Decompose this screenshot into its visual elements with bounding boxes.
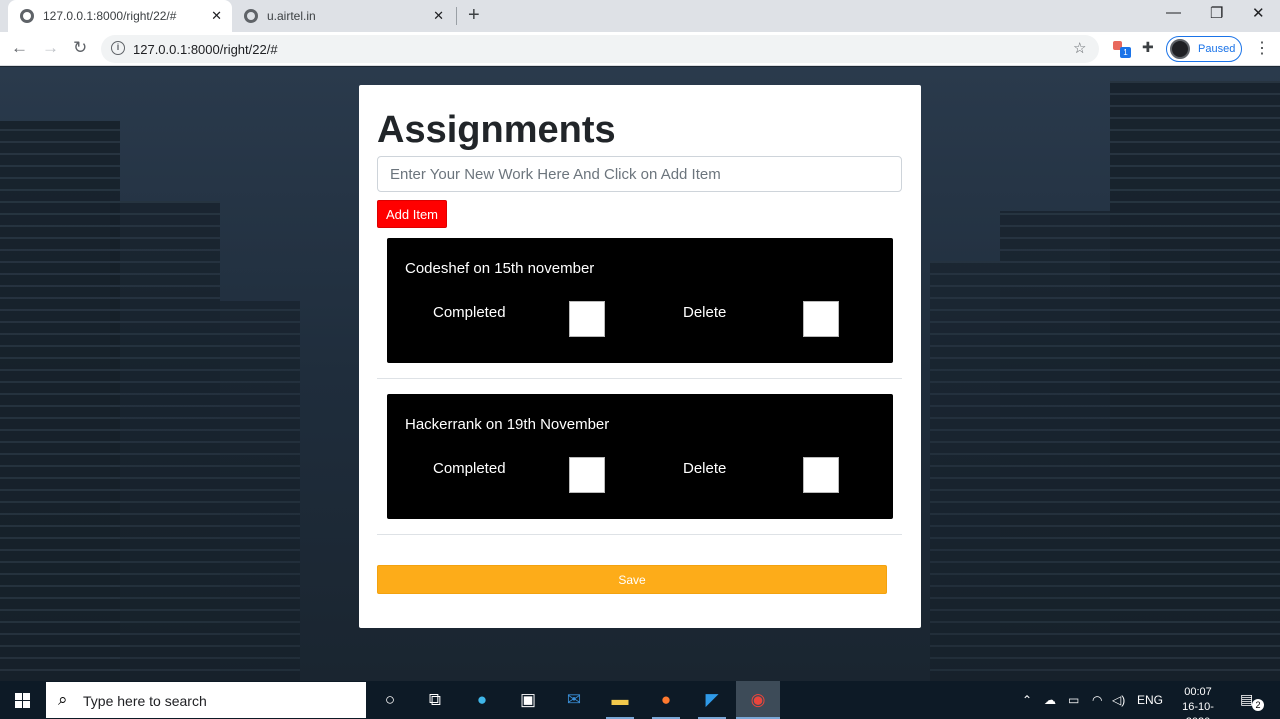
close-tab-icon[interactable]: ✕ — [433, 8, 444, 24]
store-icon[interactable]: ▣ — [514, 687, 542, 713]
url-text: 127.0.0.1:8000/right/22/# — [133, 42, 278, 57]
address-bar[interactable]: i 127.0.0.1:8000/right/22/# — [101, 35, 1099, 63]
cortana-icon[interactable]: ○ — [376, 687, 404, 713]
globe-icon — [20, 9, 34, 23]
windows-start-icon[interactable] — [15, 693, 31, 709]
restore-icon[interactable]: ❐ — [1210, 4, 1223, 22]
background-building — [220, 301, 300, 681]
clock-time: 00:07 — [1184, 686, 1212, 698]
divider — [377, 378, 902, 379]
assignment-item: Hackerrank on 19th November Completed De… — [387, 394, 893, 519]
completed-label: Completed — [433, 460, 506, 477]
taskbar-search[interactable]: ⌕ Type here to search — [46, 682, 366, 718]
mail-icon[interactable]: ✉ — [560, 687, 588, 713]
delete-label: Delete — [683, 460, 727, 477]
assignment-text: Codeshef on 15th november — [405, 260, 595, 277]
search-icon: ⌕ — [58, 690, 68, 709]
extensions-puzzle-icon[interactable]: ✚ — [1142, 39, 1154, 56]
new-tab-icon[interactable]: + — [468, 4, 480, 27]
delete-checkbox[interactable] — [803, 457, 839, 493]
save-button[interactable]: Save — [377, 565, 887, 594]
assignment-text: Hackerrank on 19th November — [405, 416, 610, 433]
browser-tab-bar: 127.0.0.1:8000/right/22/# ✕ u.airtel.in … — [0, 0, 1280, 32]
windows-taskbar: ⌕ Type here to search ○ ⧉ ● ▣ ✉ ▬ ● ◤ ◉ … — [0, 681, 1280, 719]
taskbar-clock[interactable]: 00:07 16-10-2020 — [1170, 685, 1226, 719]
vscode-icon[interactable]: ◤ — [698, 687, 726, 713]
background-building — [0, 121, 120, 681]
browser-tab-inactive[interactable]: u.airtel.in ✕ — [234, 0, 454, 32]
page-background: Assignments Add Item Codeshef on 15th no… — [0, 67, 1280, 681]
tab-title: 127.0.0.1:8000/right/22/# — [43, 9, 177, 23]
task-view-icon[interactable]: ⧉ — [421, 687, 449, 713]
language-indicator[interactable]: ENG — [1137, 693, 1163, 707]
volume-icon[interactable]: ◁) — [1112, 693, 1125, 707]
add-item-button[interactable]: Add Item — [377, 200, 447, 228]
extension-icon[interactable]: 1 — [1113, 41, 1131, 58]
file-explorer-icon[interactable]: ▬ — [606, 687, 634, 713]
firefox-icon[interactable]: ● — [652, 687, 680, 713]
delete-label: Delete — [683, 304, 727, 321]
completed-checkbox[interactable] — [569, 301, 605, 337]
reload-icon[interactable]: ↻ — [73, 38, 87, 58]
assignments-card: Assignments Add Item Codeshef on 15th no… — [359, 85, 921, 628]
chrome-icon[interactable]: ◉ — [744, 687, 772, 713]
browser-tab-active[interactable]: 127.0.0.1:8000/right/22/# ✕ — [8, 0, 232, 32]
back-icon[interactable]: ← — [11, 38, 28, 58]
background-building — [1000, 211, 1110, 681]
delete-checkbox[interactable] — [803, 301, 839, 337]
menu-kebab-icon[interactable]: ⋮ — [1254, 38, 1270, 58]
notification-count: 2 — [1252, 699, 1264, 711]
minimize-icon[interactable]: — — [1166, 4, 1181, 21]
profile-button[interactable]: Paused — [1166, 36, 1242, 62]
divider — [377, 534, 902, 535]
wifi-icon[interactable]: ◠ — [1092, 693, 1102, 707]
battery-icon[interactable]: ▭ — [1068, 693, 1079, 707]
clock-date: 16-10-2020 — [1182, 701, 1214, 719]
browser-toolbar: ← → ↻ i 127.0.0.1:8000/right/22/# ☆ 1 ✚ … — [0, 32, 1280, 66]
close-window-icon[interactable]: ✕ — [1252, 4, 1265, 22]
edge-icon[interactable]: ● — [468, 687, 496, 713]
close-tab-icon[interactable]: ✕ — [211, 8, 222, 24]
search-placeholder: Type here to search — [83, 693, 207, 709]
assignment-item: Codeshef on 15th november Completed Dele… — [387, 238, 893, 363]
forward-icon[interactable]: → — [42, 38, 59, 58]
bookmark-star-icon[interactable]: ☆ — [1073, 39, 1086, 57]
completed-checkbox[interactable] — [569, 457, 605, 493]
network-icon[interactable]: ☁ — [1044, 693, 1056, 707]
completed-label: Completed — [433, 304, 506, 321]
chevron-up-icon[interactable]: ⌃ — [1022, 693, 1032, 707]
info-icon[interactable]: i — [111, 41, 125, 55]
tab-title: u.airtel.in — [267, 9, 316, 23]
profile-status: Paused — [1198, 43, 1236, 55]
new-work-input[interactable] — [377, 156, 902, 192]
tab-separator — [456, 7, 457, 25]
globe-icon — [244, 9, 258, 23]
background-building — [110, 201, 220, 681]
background-building — [930, 261, 1000, 681]
page-title: Assignments — [377, 109, 616, 151]
background-building — [1110, 81, 1280, 681]
avatar — [1170, 39, 1190, 59]
